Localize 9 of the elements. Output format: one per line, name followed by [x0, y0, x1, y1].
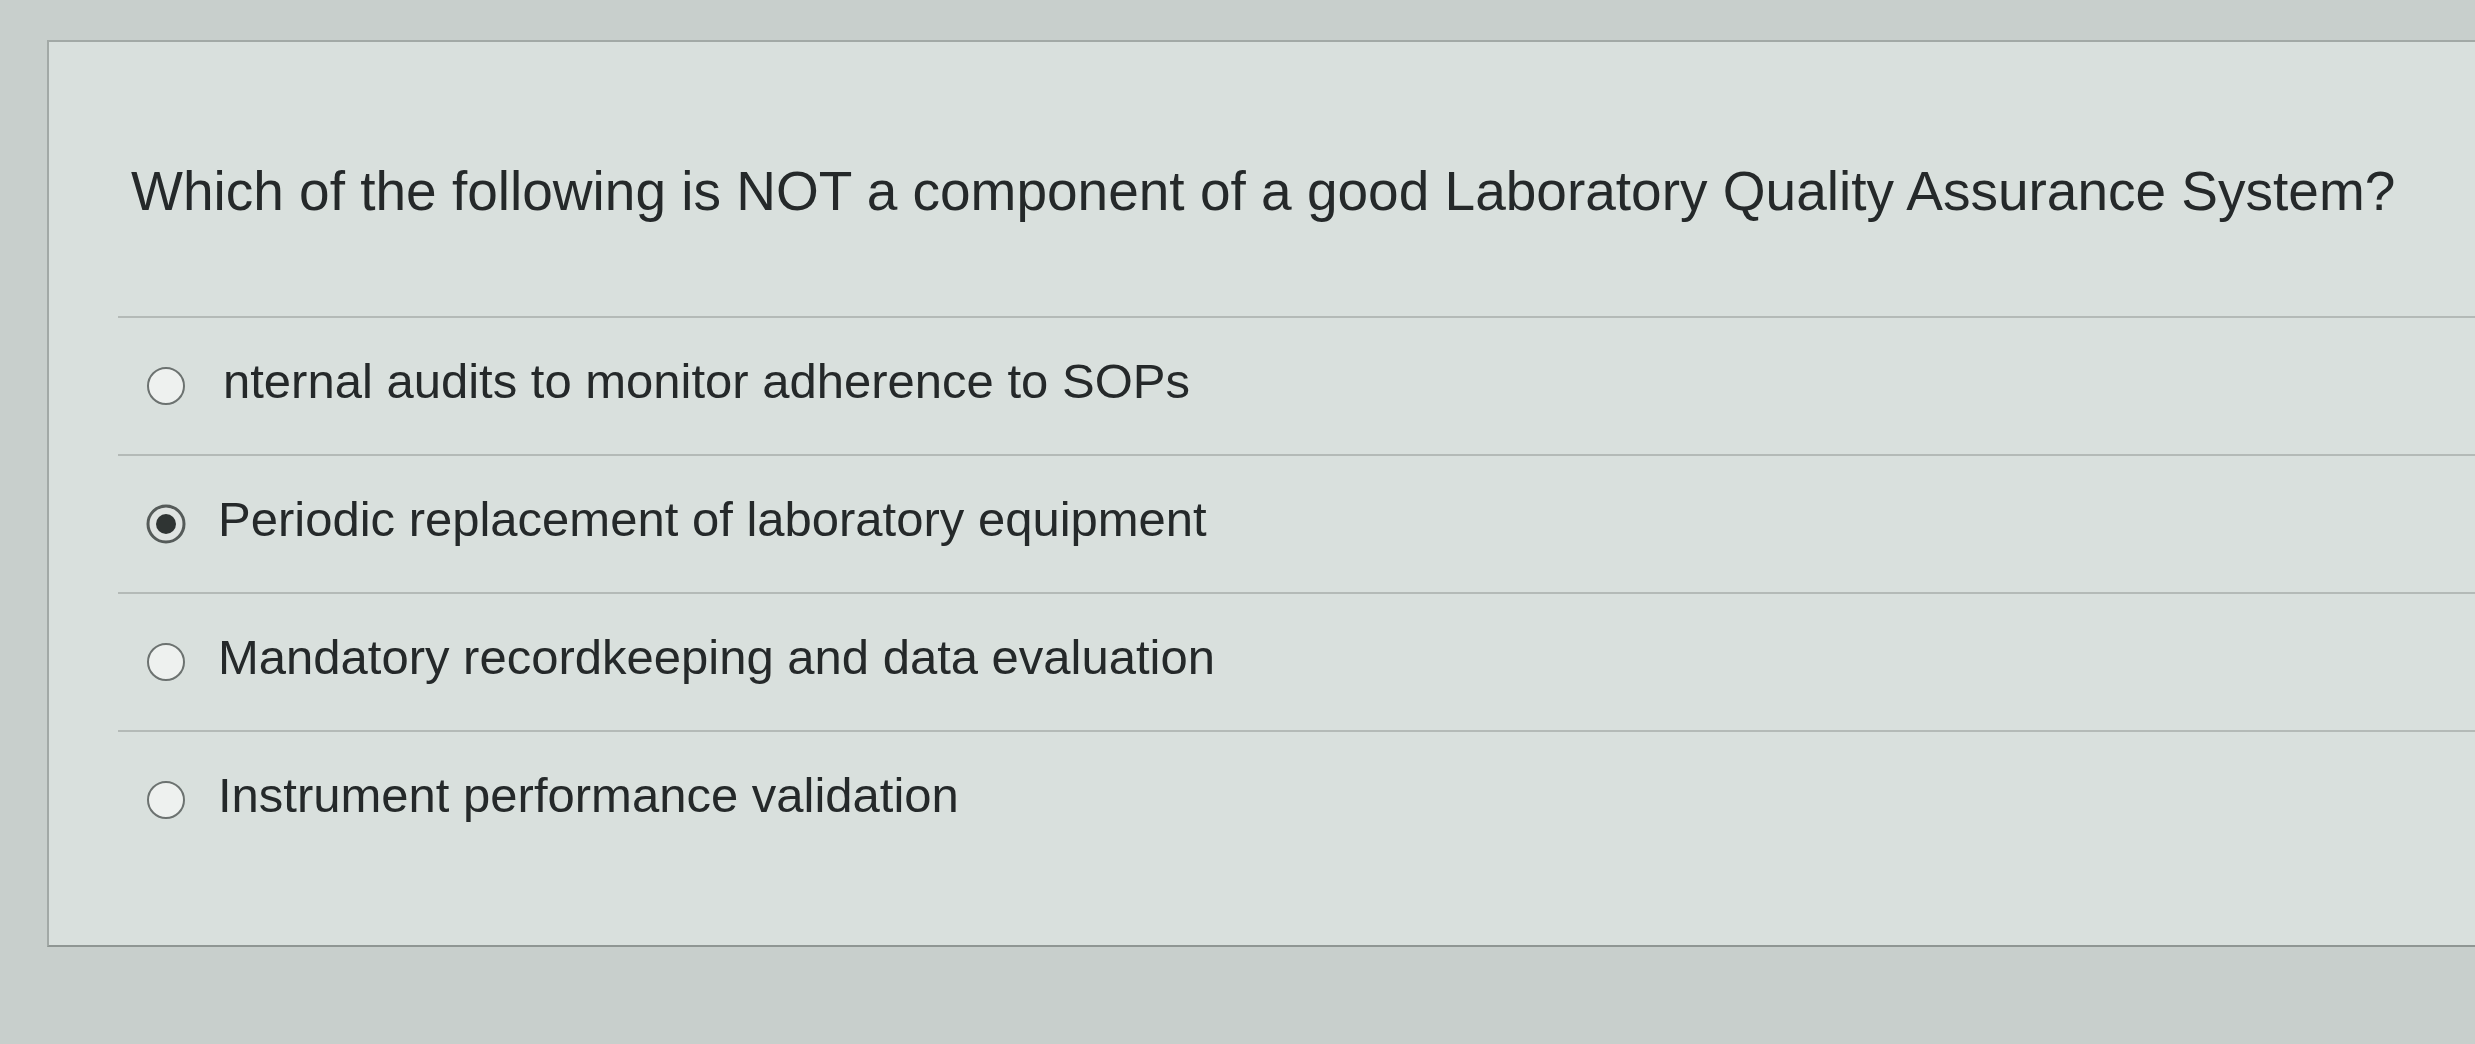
- answer-option-text[interactable]: nternal audits to monitor adherence to SOPs: [223, 353, 1190, 409]
- radio-button[interactable]: [146, 504, 186, 544]
- question-text: Which of the following is NOT a component of a good Laboratory Quality Assurance System?: [131, 159, 2396, 223]
- answer-option-text[interactable]: Instrument performance validation: [218, 767, 959, 823]
- answer-option-text[interactable]: Periodic replacement of laboratory equipment: [218, 491, 1207, 547]
- radio-button[interactable]: [146, 642, 186, 682]
- radio-button[interactable]: [146, 780, 186, 820]
- answer-option-text[interactable]: Mandatory recordkeeping and data evaluation: [218, 629, 1215, 685]
- radio-button[interactable]: [146, 366, 186, 406]
